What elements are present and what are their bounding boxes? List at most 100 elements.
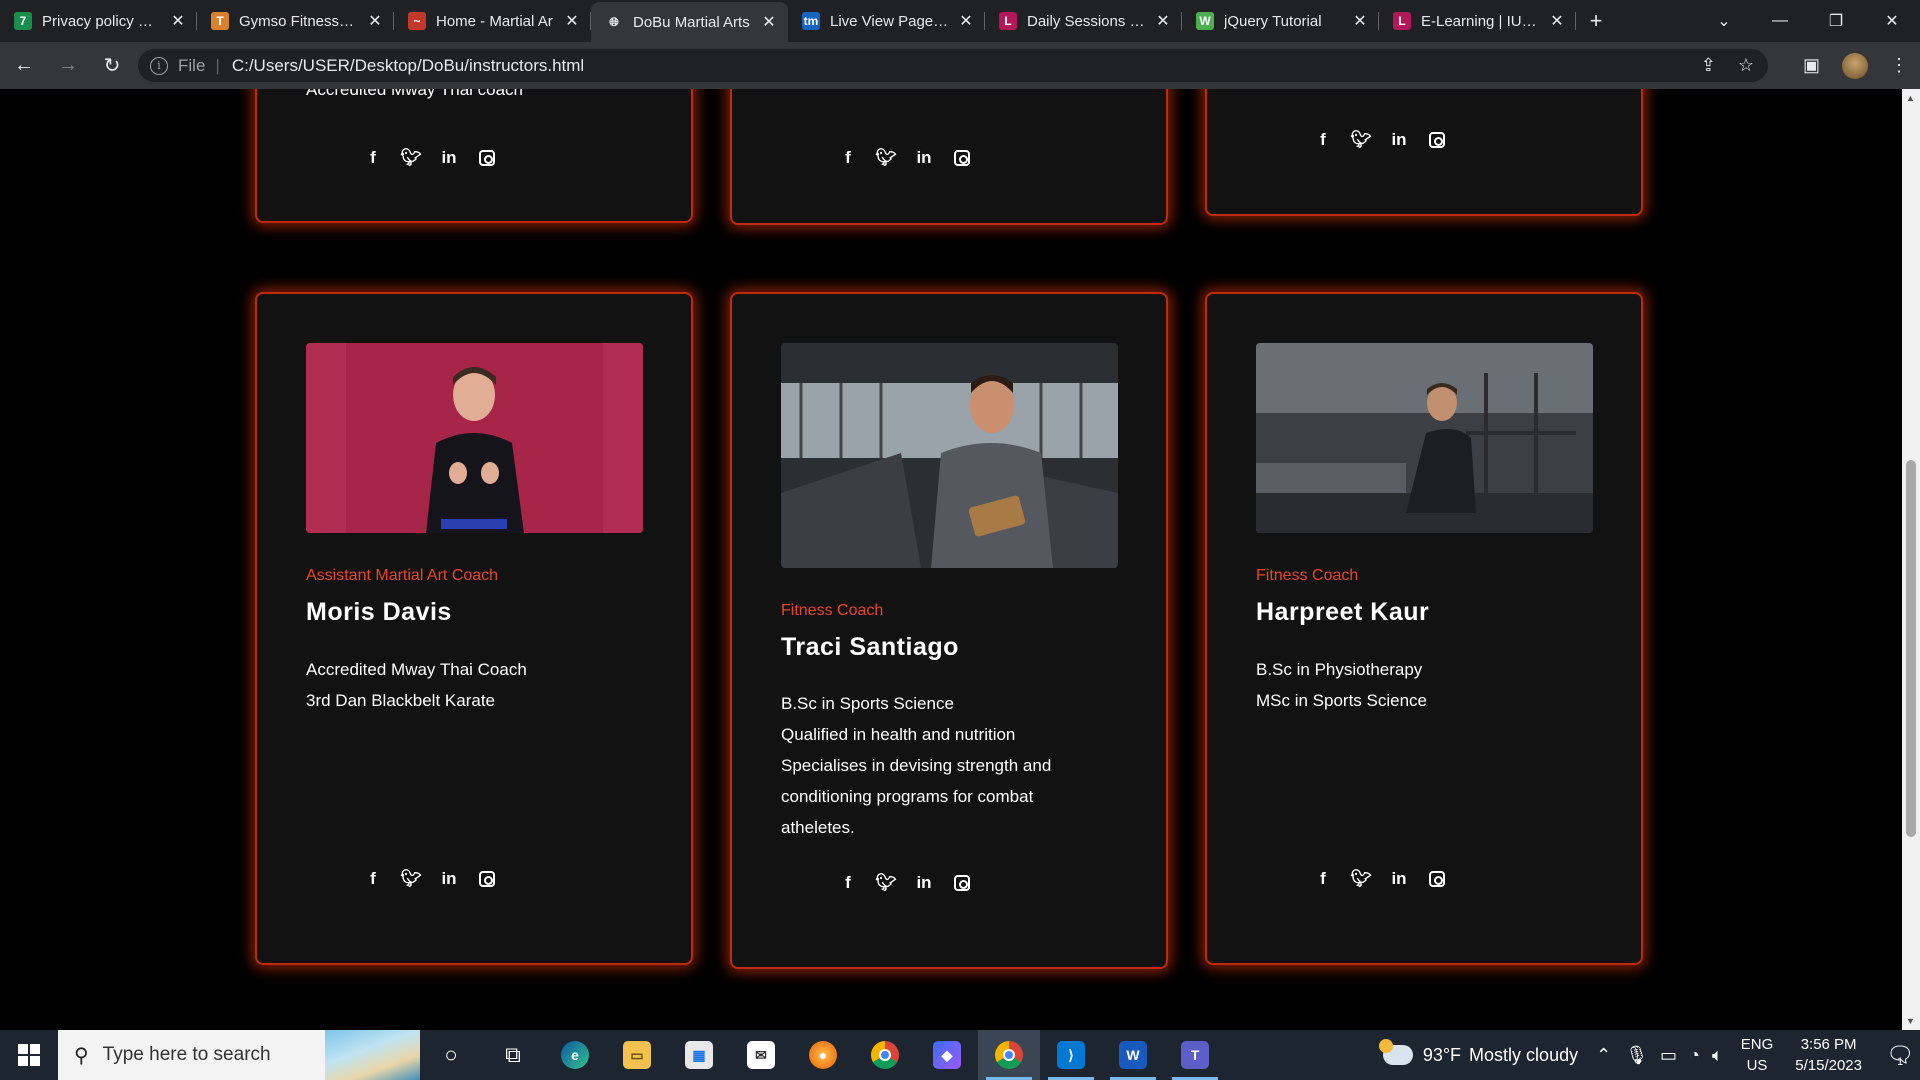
show-hidden-icons-icon[interactable]: ⌃ xyxy=(1596,1045,1611,1066)
page-viewport: Accredited Mway Thai coach f 🐦︎ in f 🐦︎ … xyxy=(0,89,1902,1030)
browser-tab[interactable]: 7 Privacy policy – Pi ✕ xyxy=(0,0,197,42)
close-window-button[interactable]: ✕ xyxy=(1864,11,1920,31)
cortana-icon[interactable]: ○ xyxy=(420,1030,482,1080)
mail-icon[interactable]: ✉ xyxy=(730,1030,792,1080)
tab-search-icon[interactable]: ⌄ xyxy=(1696,11,1752,31)
linkedin-icon[interactable]: in xyxy=(1380,868,1418,890)
instagram-icon[interactable] xyxy=(943,147,981,169)
browser-tab[interactable]: tm Live View Page - I ✕ xyxy=(788,0,985,42)
instagram-icon[interactable] xyxy=(468,147,506,169)
instagram-icon[interactable] xyxy=(1418,129,1456,151)
forward-button[interactable]: → xyxy=(48,54,88,77)
store-icon[interactable]: ▦ xyxy=(668,1030,730,1080)
weather-temp[interactable]: 93°F xyxy=(1423,1045,1461,1066)
teams-icon[interactable]: T xyxy=(1164,1030,1226,1080)
tab-close-icon[interactable]: ✕ xyxy=(169,11,187,31)
start-button[interactable] xyxy=(0,1030,58,1080)
microphone-icon[interactable]: 🎙︎ xyxy=(1625,1045,1648,1066)
linkedin-icon[interactable]: in xyxy=(1380,129,1418,151)
page-scrollbar[interactable]: ▲ ▼ xyxy=(1902,89,1920,1030)
browser-tab[interactable]: 🌐︎ DoBu Martial Arts ✕ xyxy=(591,2,788,42)
facebook-icon[interactable]: f xyxy=(354,868,392,890)
instagram-icon[interactable] xyxy=(1418,868,1456,890)
browser-tab[interactable]: WjQuery Tutorial ✕ xyxy=(1182,0,1379,42)
tab-close-icon[interactable]: ✕ xyxy=(1154,11,1172,31)
facebook-icon[interactable]: f xyxy=(829,147,867,169)
tab-close-icon[interactable]: ✕ xyxy=(1351,11,1369,31)
browser-tab[interactable]: T Gymso Fitness - Lo ✕ xyxy=(197,0,394,42)
twitter-icon[interactable]: 🐦︎ xyxy=(867,872,905,894)
linkedin-icon[interactable]: in xyxy=(905,872,943,894)
linkedin-icon[interactable]: in xyxy=(430,868,468,890)
browser-tab[interactable]: ~ Home - Martial Ar ✕ xyxy=(394,0,591,42)
instructor-name: Moris Davis xyxy=(306,598,452,626)
language-indicator[interactable]: ENG US xyxy=(1741,1034,1774,1076)
new-tab-button[interactable]: + xyxy=(1576,8,1616,34)
firefox-icon[interactable]: ● xyxy=(792,1030,854,1080)
twitter-icon[interactable]: 🐦︎ xyxy=(392,147,430,169)
volume-icon[interactable]: 🔈︎ xyxy=(1712,1045,1723,1066)
wifi-icon[interactable]: ◔ xyxy=(1689,1045,1700,1066)
instructor-card: Fitness Coach Harpreet Kaur B.Sc in Phys… xyxy=(1205,292,1643,965)
social-links: f 🐦︎ in xyxy=(829,147,981,169)
scrollbar-thumb[interactable] xyxy=(1906,460,1916,837)
facebook-icon[interactable]: f xyxy=(354,147,392,169)
vscode-icon[interactable]: ⟩ xyxy=(1040,1030,1102,1080)
facebook-icon[interactable]: f xyxy=(1304,868,1342,890)
battery-icon[interactable]: ▭ xyxy=(1660,1045,1677,1066)
file-explorer-icon[interactable]: ▭ xyxy=(606,1030,668,1080)
bookmark-star-icon[interactable]: ☆ xyxy=(1738,55,1754,76)
credential-line: 3rd Dan Blackbelt Karate xyxy=(306,691,495,710)
browser-tab[interactable]: L Daily Sessions | Co ✕ xyxy=(985,0,1182,42)
tab-close-icon[interactable]: ✕ xyxy=(1548,11,1566,31)
address-bar[interactable]: i File | C:/Users/USER/Desktop/DoBu/inst… xyxy=(138,49,1768,82)
tab-close-icon[interactable]: ✕ xyxy=(563,11,581,31)
instructor-card-partial: Accredited Mway Thai coach f 🐦︎ in xyxy=(255,89,693,223)
instagram-icon[interactable] xyxy=(468,868,506,890)
reload-button[interactable]: ↻ xyxy=(92,53,132,78)
weather-condition[interactable]: Mostly cloudy xyxy=(1469,1045,1578,1066)
url-text[interactable]: C:/Users/USER/Desktop/DoBu/instructors.h… xyxy=(232,56,584,76)
tab-title: jQuery Tutorial xyxy=(1224,12,1322,30)
tab-close-icon[interactable]: ✕ xyxy=(366,11,384,31)
linkedin-icon[interactable]: in xyxy=(430,147,468,169)
browser-tab[interactable]: L E-Learning | IU6: I ✕ xyxy=(1379,0,1576,42)
facebook-icon[interactable]: f xyxy=(829,872,867,894)
clock[interactable]: 3:56 PM 5/15/2023 xyxy=(1795,1034,1862,1076)
side-panel-icon[interactable]: ▣ xyxy=(1803,55,1820,76)
facebook-icon[interactable]: f xyxy=(1304,129,1342,151)
taskbar-search[interactable]: ⚲ Type here to search xyxy=(58,1030,420,1080)
minimize-button[interactable]: — xyxy=(1752,12,1808,30)
twitter-icon[interactable]: 🐦︎ xyxy=(1342,129,1380,151)
site-info-icon[interactable]: i xyxy=(150,56,168,75)
task-view-icon[interactable]: ⧉ xyxy=(482,1030,544,1080)
windows-taskbar: ⚲ Type here to search ○ ⧉ e ▭ ▦ ✉ ● ◆ ⟩ … xyxy=(0,1030,1920,1080)
region-code: US xyxy=(1746,1057,1768,1074)
app-icon[interactable]: ◆ xyxy=(916,1030,978,1080)
chrome-icon[interactable] xyxy=(854,1030,916,1080)
menu-kebab-icon[interactable]: ⋮ xyxy=(1890,55,1908,76)
system-tray: 93°F Mostly cloudy ⌃ 🎙︎ ▭ ◔ 🔈︎ ENG US 3:… xyxy=(1378,1030,1920,1080)
chrome-profile-icon[interactable] xyxy=(978,1030,1040,1080)
instructor-credentials: Accredited Mway Thai Coach 3rd Dan Black… xyxy=(306,654,636,716)
profile-avatar[interactable] xyxy=(1842,52,1868,79)
instagram-icon[interactable] xyxy=(943,872,981,894)
share-icon[interactable]: ⇪ xyxy=(1701,55,1716,76)
restore-button[interactable]: ❐ xyxy=(1808,11,1864,31)
scroll-up-arrow-icon[interactable]: ▲ xyxy=(1906,93,1915,103)
windows-logo-icon xyxy=(18,1044,40,1066)
notification-center-icon[interactable]: 🗨︎ 1 xyxy=(1880,1042,1920,1068)
linkedin-icon[interactable]: in xyxy=(905,147,943,169)
word-icon[interactable]: W xyxy=(1102,1030,1164,1080)
twitter-icon[interactable]: 🐦︎ xyxy=(392,868,430,890)
scroll-down-arrow-icon[interactable]: ▼ xyxy=(1906,1016,1915,1026)
tab-close-icon[interactable]: ✕ xyxy=(957,11,975,31)
tab-favicon-icon: ~ xyxy=(408,12,426,30)
twitter-icon[interactable]: 🐦︎ xyxy=(867,147,905,169)
back-button[interactable]: ← xyxy=(4,54,44,77)
edge-icon[interactable]: e xyxy=(544,1030,606,1080)
twitter-icon[interactable]: 🐦︎ xyxy=(1342,868,1380,890)
instructor-photo xyxy=(1256,343,1593,533)
tab-favicon-icon: L xyxy=(1393,12,1411,30)
tab-close-icon[interactable]: ✕ xyxy=(760,12,778,32)
